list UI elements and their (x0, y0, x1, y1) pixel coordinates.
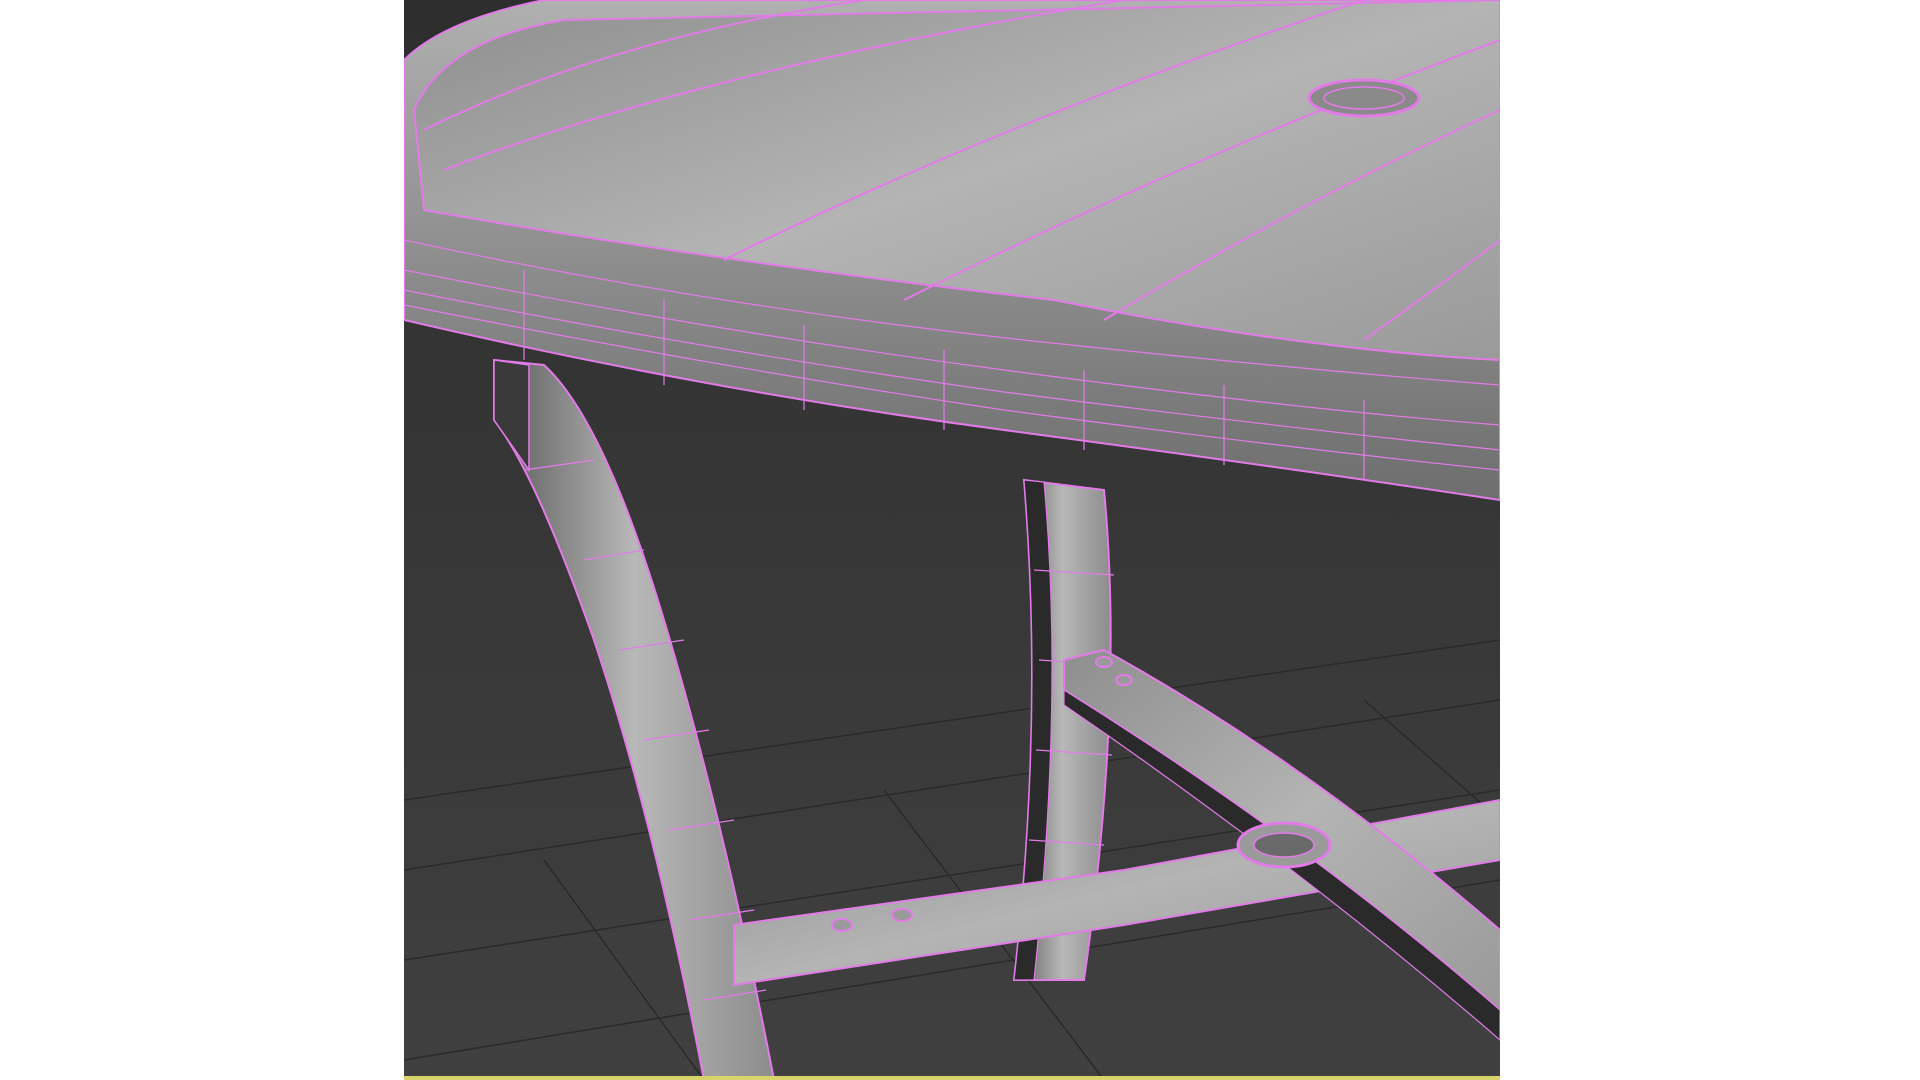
umbrella-hole-top (1307, 78, 1421, 118)
3d-viewport[interactable] (404, 0, 1500, 1080)
screenshot-canvas (0, 0, 1920, 1080)
viewport-active-border (404, 1076, 1500, 1080)
viewport-render (404, 0, 1500, 1080)
